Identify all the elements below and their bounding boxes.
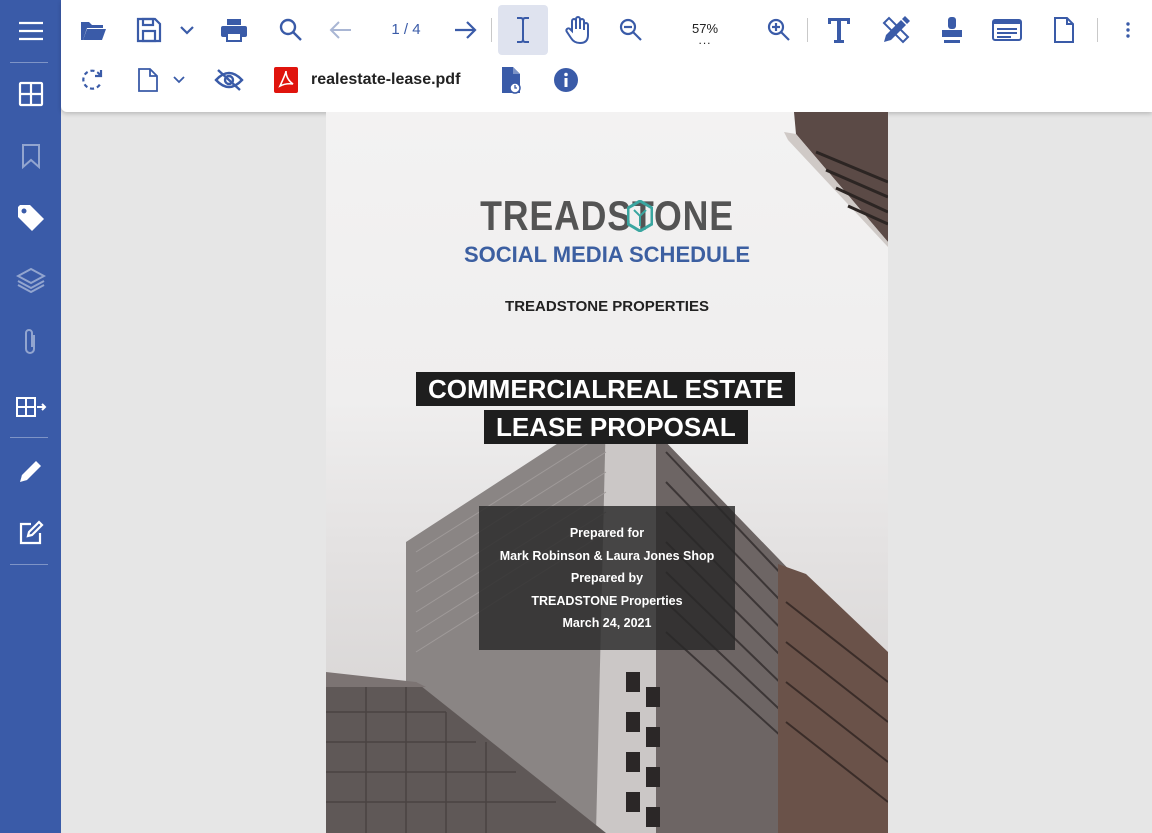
left-sidebar xyxy=(0,0,61,833)
prepared-for-label: Prepared for xyxy=(569,526,645,540)
menu-icon[interactable] xyxy=(0,0,61,62)
tag-icon[interactable] xyxy=(0,187,61,249)
paperclip-icon[interactable] xyxy=(0,311,61,373)
zoom-out-icon[interactable] xyxy=(613,12,649,48)
page-indicator[interactable]: 1 / 4 xyxy=(386,21,426,38)
more-vertical-icon[interactable] xyxy=(1116,12,1140,48)
stamp-icon[interactable] xyxy=(934,12,970,48)
pdf-file-icon xyxy=(272,66,300,94)
text-select-icon[interactable] xyxy=(498,5,548,55)
toolbar-divider xyxy=(1097,18,1098,42)
chevron-down-icon[interactable] xyxy=(175,18,199,42)
prepared-by-label: Prepared by xyxy=(570,571,644,585)
arrow-left-icon[interactable] xyxy=(323,12,359,48)
toolbar-divider xyxy=(491,18,492,42)
sidebar-divider xyxy=(10,437,48,438)
sidebar-divider xyxy=(10,564,48,565)
edit-form-icon[interactable] xyxy=(0,502,61,564)
info-icon[interactable] xyxy=(548,62,584,98)
zoom-level[interactable]: 57% ... xyxy=(681,22,729,47)
search-icon[interactable] xyxy=(273,12,309,48)
prepared-info-box: Prepared for Mark Robinson & Laura Jones… xyxy=(479,506,735,650)
rotate-icon[interactable] xyxy=(74,62,110,98)
draw-tool-icon[interactable] xyxy=(878,12,914,48)
hide-annotations-icon[interactable] xyxy=(211,62,247,98)
title-line-2: LEASE PROPOSAL xyxy=(484,410,748,444)
thumbnails-icon[interactable] xyxy=(0,63,61,125)
logo-gem-icon xyxy=(627,200,653,232)
company-name: TREADSTONE PROPERTIES xyxy=(505,298,709,315)
document-properties-icon[interactable] xyxy=(493,62,529,98)
text-tool-icon[interactable] xyxy=(821,12,857,48)
organize-pages-icon[interactable] xyxy=(0,376,61,438)
page-icon[interactable] xyxy=(1046,12,1082,48)
page-menu-icon[interactable] xyxy=(133,62,163,98)
form-field-icon[interactable] xyxy=(989,12,1025,48)
zoom-more: ... xyxy=(698,33,712,47)
top-toolbar: 1 / 4 57% ... realestate-lease.pdf xyxy=(61,0,1152,112)
prepared-for-value: Mark Robinson & Laura Jones Shop xyxy=(499,548,715,563)
print-icon[interactable] xyxy=(216,12,252,48)
pencil-icon[interactable] xyxy=(0,440,61,502)
bookmark-icon[interactable] xyxy=(0,125,61,187)
layers-icon[interactable] xyxy=(0,249,61,311)
document-filename: realestate-lease.pdf xyxy=(311,71,461,88)
toolbar-divider xyxy=(807,18,808,42)
document-date: March 24, 2021 xyxy=(562,616,652,630)
save-icon[interactable] xyxy=(131,12,167,48)
open-folder-icon[interactable] xyxy=(75,12,111,48)
zoom-in-icon[interactable] xyxy=(761,12,797,48)
title-line-1: COMMERCIALREAL ESTATE xyxy=(416,372,796,406)
prepared-by-value: TREADSTONE Properties xyxy=(531,593,683,608)
hand-pan-icon[interactable] xyxy=(560,12,596,48)
brand-logo: TREADSTONE xyxy=(480,192,734,239)
arrow-right-icon[interactable] xyxy=(447,12,483,48)
chevron-down-icon[interactable] xyxy=(167,70,191,90)
document-subtitle: SOCIAL MEDIA SCHEDULE xyxy=(463,242,751,267)
document-page[interactable]: TREADSTONE SOCIAL MEDIA SCHEDULE TREADST… xyxy=(326,112,888,833)
